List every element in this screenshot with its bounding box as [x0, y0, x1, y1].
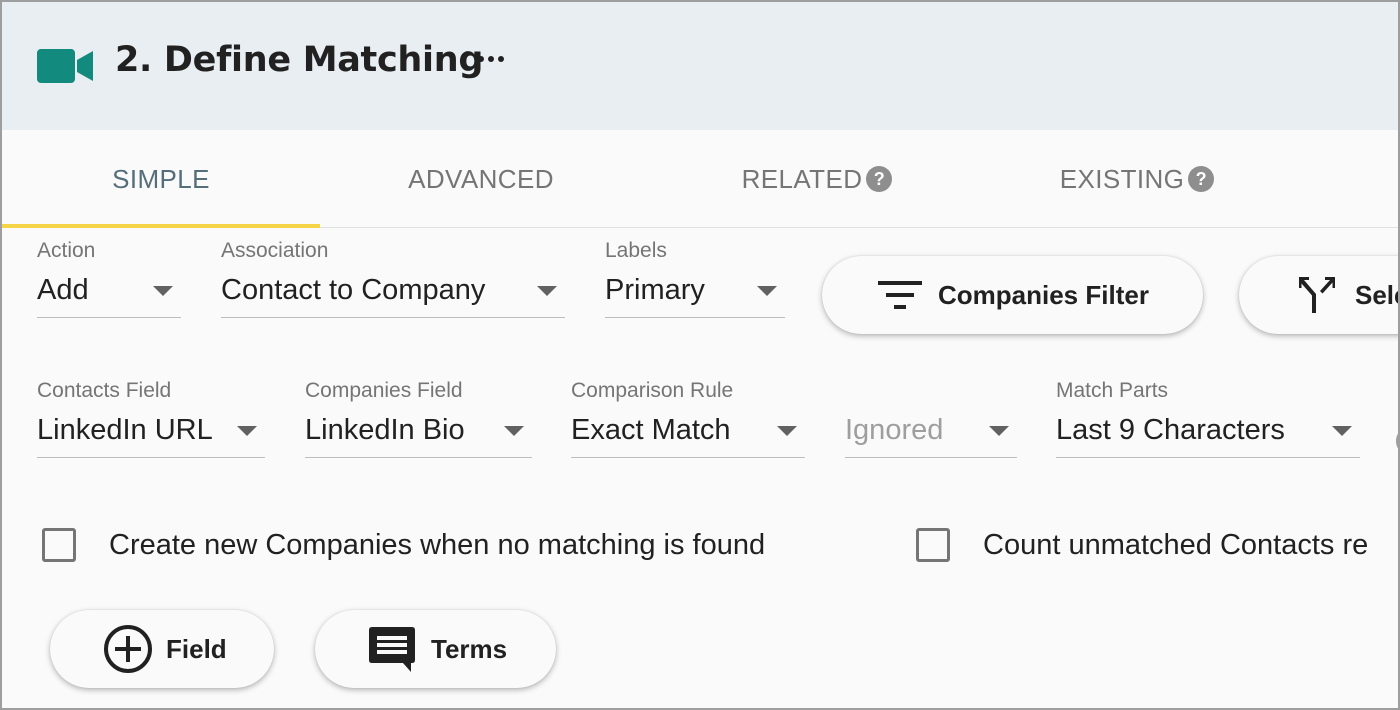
- select-button[interactable]: Sele: [1239, 256, 1398, 334]
- dropdown-arrow-icon: [1332, 426, 1352, 436]
- contacts-field-dropdown[interactable]: LinkedIn URL: [37, 410, 265, 458]
- dropdown-arrow-icon: [777, 426, 797, 436]
- companies-field-dropdown[interactable]: LinkedIn Bio: [305, 410, 532, 458]
- create-new-companies-checkbox[interactable]: Create new Companies when no matching is…: [42, 528, 765, 562]
- comment-icon: [369, 627, 415, 672]
- comparison-rule-label: Comparison Rule: [571, 379, 734, 402]
- info-icon[interactable]: [1396, 426, 1398, 456]
- comparison-rule-dropdown[interactable]: Exact Match: [571, 410, 805, 458]
- tab-existing[interactable]: EXISTING ?: [978, 130, 1296, 228]
- filter-icon: [878, 281, 922, 309]
- video-camera-icon: [37, 49, 93, 83]
- companies-field-value: LinkedIn Bio: [305, 414, 465, 446]
- contacts-field-select[interactable]: Contacts Field LinkedIn URL: [37, 379, 265, 458]
- match-parts-label: Match Parts: [1056, 379, 1169, 402]
- add-circle-icon: [104, 625, 152, 673]
- action-label: Action: [37, 239, 96, 262]
- dropdown-arrow-icon: [989, 426, 1009, 436]
- association-label: Association: [221, 239, 329, 262]
- action-dropdown[interactable]: Add: [37, 270, 181, 318]
- tab-label: RELATED: [741, 163, 863, 194]
- labels-dropdown[interactable]: Primary: [605, 270, 785, 318]
- checkbox-box[interactable]: [42, 528, 76, 562]
- companies-field-label: Companies Field: [305, 379, 463, 402]
- match-parts-dropdown[interactable]: Last 9 Characters: [1056, 410, 1360, 458]
- merge-arrows-icon: [1299, 277, 1335, 313]
- page-title: 2. Define Matching: [115, 40, 484, 80]
- tab-label: ADVANCED: [408, 163, 554, 194]
- add-field-button[interactable]: Field: [50, 610, 274, 688]
- match-parts-value: Last 9 Characters: [1056, 414, 1285, 446]
- count-unmatched-checkbox[interactable]: Count unmatched Contacts re: [916, 528, 1368, 562]
- ignored-dropdown[interactable]: Ignored: [845, 410, 1017, 458]
- dropdown-arrow-icon: [757, 286, 777, 296]
- labels-value: Primary: [605, 274, 705, 306]
- dropdown-arrow-icon: [537, 286, 557, 296]
- match-parts-select[interactable]: Match Parts Last 9 Characters: [1056, 379, 1360, 458]
- create-new-companies-label: Create new Companies when no matching is…: [109, 528, 766, 561]
- comparison-rule-select[interactable]: Comparison Rule Exact Match: [571, 379, 805, 458]
- ignored-value: Ignored: [845, 414, 944, 446]
- help-icon[interactable]: ?: [1188, 166, 1215, 192]
- association-select[interactable]: Association Contact to Company: [221, 239, 565, 318]
- companies-filter-label: Companies Filter: [938, 279, 1149, 310]
- comparison-rule-value: Exact Match: [571, 414, 731, 446]
- dropdown-arrow-icon: [237, 426, 257, 436]
- association-value: Contact to Company: [221, 274, 486, 306]
- action-select[interactable]: Action Add: [37, 239, 181, 318]
- companies-field-select[interactable]: Companies Field LinkedIn Bio: [305, 379, 532, 458]
- count-unmatched-label: Count unmatched Contacts re: [983, 528, 1369, 561]
- more-options-icon[interactable]: [478, 56, 504, 62]
- tab-label: SIMPLE: [112, 163, 210, 194]
- checkbox-box[interactable]: [916, 528, 950, 562]
- matching-panel: 2. Define Matching SIMPLE ADVANCED RELAT…: [0, 0, 1400, 710]
- help-icon[interactable]: ?: [866, 166, 893, 192]
- action-value: Add: [37, 274, 89, 306]
- panel-header: 2. Define Matching: [2, 2, 1398, 130]
- contacts-field-value: LinkedIn URL: [37, 414, 213, 446]
- add-field-label: Field: [166, 633, 227, 664]
- tab-bar: SIMPLE ADVANCED RELATED ? EXISTING ?: [2, 130, 1398, 228]
- companies-filter-button[interactable]: Companies Filter: [822, 256, 1203, 334]
- tab-related[interactable]: RELATED ?: [658, 130, 976, 228]
- terms-button[interactable]: Terms: [315, 610, 556, 688]
- labels-label: Labels: [605, 239, 667, 262]
- select-button-label: Sele: [1355, 279, 1398, 310]
- association-dropdown[interactable]: Contact to Company: [221, 270, 565, 318]
- tab-label: EXISTING: [1059, 163, 1185, 194]
- terms-label: Terms: [431, 633, 508, 664]
- labels-select[interactable]: Labels Primary: [605, 239, 785, 318]
- tab-advanced[interactable]: ADVANCED: [322, 130, 640, 228]
- tab-simple[interactable]: SIMPLE: [2, 130, 320, 228]
- dropdown-arrow-icon: [153, 286, 173, 296]
- dropdown-arrow-icon: [504, 426, 524, 436]
- contacts-field-label: Contacts Field: [37, 379, 172, 402]
